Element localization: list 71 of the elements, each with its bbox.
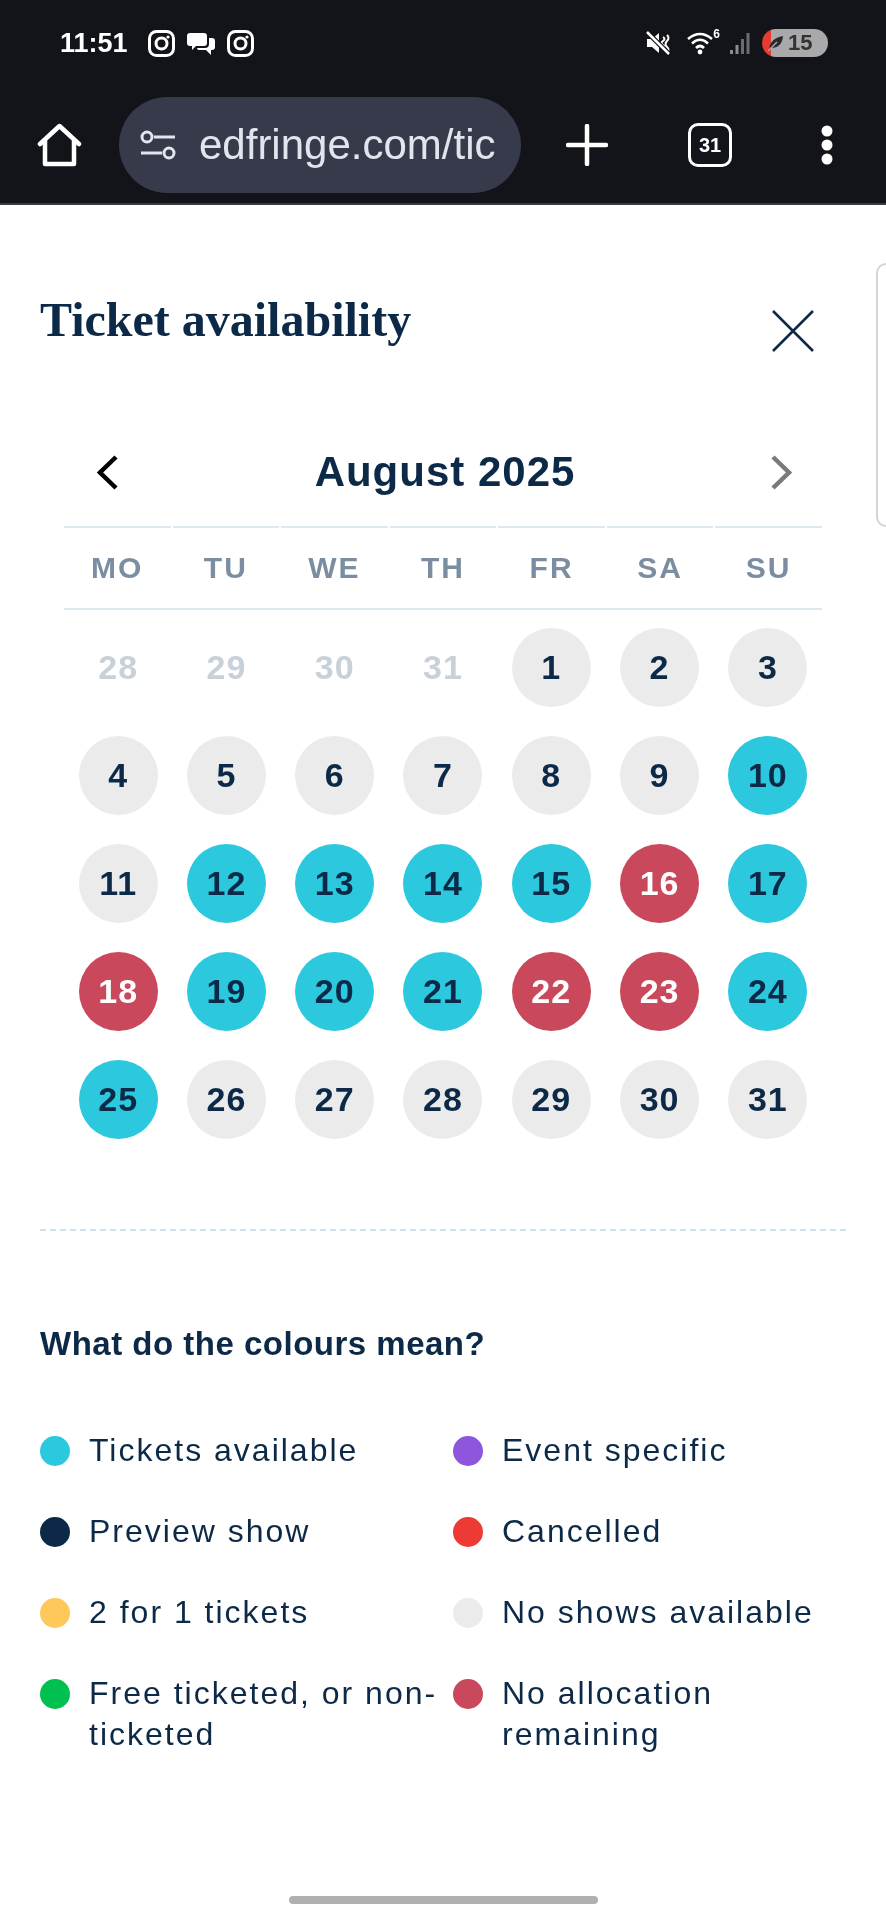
- chat-bubbles-icon: [186, 30, 215, 56]
- day-button[interactable]: 2: [620, 627, 700, 707]
- day-button[interactable]: 3: [728, 627, 808, 707]
- weekday-label: TU: [203, 553, 248, 583]
- sliders-icon[interactable]: [140, 129, 176, 160]
- day-button[interactable]: 24: [728, 951, 808, 1031]
- legend-label: Free ticketed, or non-ticketed: [89, 1674, 439, 1754]
- close-icon: [772, 310, 814, 352]
- day-button[interactable]: 21: [403, 951, 483, 1031]
- address-bar[interactable]: edfringe.com/tic: [119, 96, 521, 193]
- weekday-label: FR: [529, 553, 574, 583]
- more-icon: [820, 124, 834, 165]
- legend-label: No shows available: [502, 1593, 814, 1632]
- menu-button[interactable]: [820, 124, 834, 165]
- camera-icon: [226, 29, 254, 57]
- legend-label: Cancelled: [502, 1512, 663, 1551]
- tab-switcher-button[interactable]: 31: [688, 122, 732, 167]
- legend-label: 2 for 1 tickets: [89, 1593, 310, 1632]
- month-title: August 2025: [314, 451, 576, 493]
- day-button[interactable]: 12: [186, 843, 266, 923]
- day-button[interactable]: 19: [186, 951, 266, 1031]
- dialog-title: Ticket availability: [40, 293, 412, 346]
- weekday-label: TH: [421, 553, 465, 583]
- day-button[interactable]: 18: [78, 951, 158, 1031]
- day-button[interactable]: 16: [620, 843, 700, 923]
- wifi-label: 6: [713, 28, 720, 40]
- plus-icon: [566, 123, 608, 166]
- day-button[interactable]: 26: [186, 1059, 266, 1139]
- day-button[interactable]: 30: [620, 1059, 700, 1139]
- day-button[interactable]: 6: [295, 735, 375, 815]
- day-button[interactable]: 23: [620, 951, 700, 1031]
- new-tab-button[interactable]: [566, 123, 608, 166]
- legend-title: What do the colours mean?: [40, 1324, 486, 1364]
- day-button[interactable]: 31: [728, 1059, 808, 1139]
- day-button[interactable]: 15: [511, 843, 591, 923]
- day-button[interactable]: 29: [511, 1059, 591, 1139]
- day-button[interactable]: 13: [295, 843, 375, 923]
- day-button[interactable]: 9: [620, 735, 700, 815]
- day-button[interactable]: 1: [511, 627, 591, 707]
- day-button[interactable]: 22: [511, 951, 591, 1031]
- legend-label: Tickets available: [89, 1431, 359, 1470]
- legend-label: No allocation remaining: [502, 1674, 714, 1754]
- day-button[interactable]: 17: [728, 843, 808, 923]
- chevron-right-icon: [769, 453, 795, 491]
- weekday-label: WE: [308, 553, 361, 583]
- day-button[interactable]: 4: [78, 735, 158, 815]
- close-button[interactable]: [772, 310, 814, 352]
- home-button[interactable]: [37, 122, 82, 167]
- day-button[interactable]: 8: [511, 735, 591, 815]
- day-button[interactable]: 5: [186, 735, 266, 815]
- day-button[interactable]: 10: [728, 735, 808, 815]
- day-button[interactable]: 14: [403, 843, 483, 923]
- mute-icon: [645, 30, 672, 56]
- home-icon: [37, 122, 82, 167]
- battery-level-text: 15: [788, 32, 813, 54]
- legend-label: Event specific: [502, 1431, 728, 1470]
- day-button[interactable]: 11: [78, 843, 158, 923]
- camera-icon: [147, 29, 175, 57]
- weekday-label: SU: [745, 553, 792, 583]
- day-button[interactable]: 25: [78, 1059, 158, 1139]
- clock-time: 11:51: [60, 29, 128, 57]
- day-button[interactable]: 27: [295, 1059, 375, 1139]
- day-button[interactable]: 20: [295, 951, 375, 1031]
- signal-icon: [730, 32, 750, 54]
- weekday-label: SA: [637, 553, 683, 583]
- weekday-label: MO: [91, 553, 144, 583]
- day-button[interactable]: 28: [403, 1059, 483, 1139]
- wifi-icon: [687, 31, 714, 55]
- leaf-icon: [767, 34, 785, 52]
- legend-label: Preview show: [89, 1512, 311, 1551]
- day-button[interactable]: 7: [403, 735, 483, 815]
